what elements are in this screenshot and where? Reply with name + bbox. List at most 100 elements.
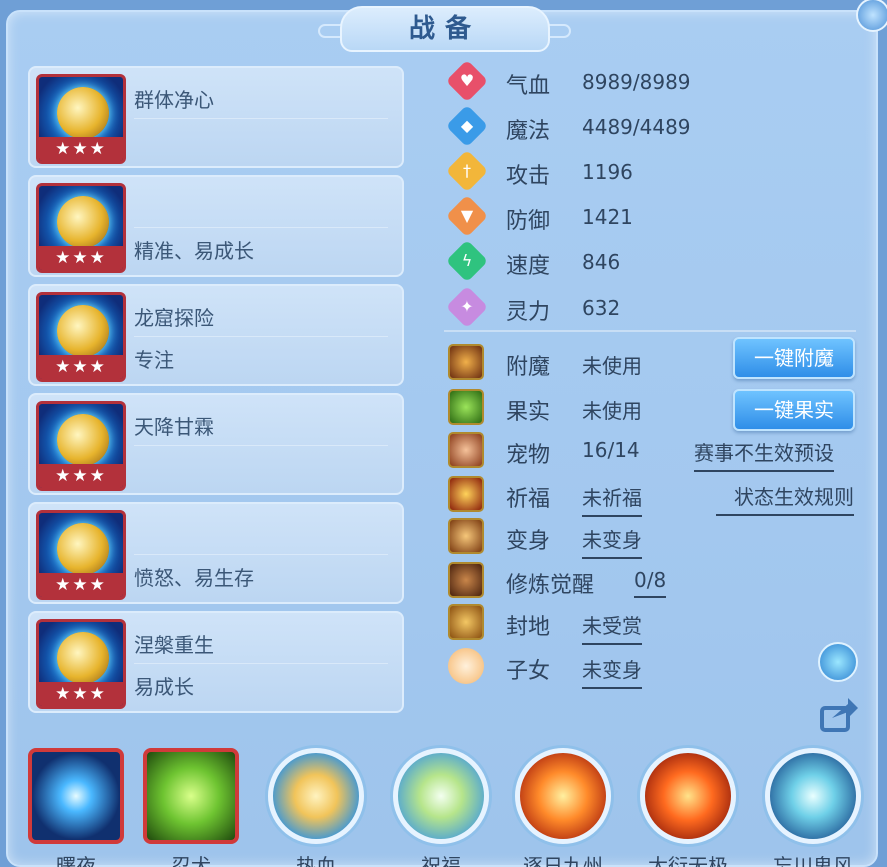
wolf-icon[interactable] <box>143 748 239 844</box>
item-stars: ★★★ <box>39 137 123 161</box>
transform-link[interactable]: 未变身 <box>582 524 642 559</box>
section-divider <box>444 330 856 332</box>
fruit-icon <box>448 389 484 425</box>
sword-icon: † <box>445 149 489 193</box>
item-icon: ★★★ <box>36 510 126 600</box>
item-icon: ★★★ <box>36 401 126 491</box>
fief-link[interactable]: 未受赏 <box>582 610 642 645</box>
item-divider <box>134 445 388 446</box>
status-label: 修炼觉醒 <box>506 573 595 598</box>
window-title: 战备 <box>340 6 550 52</box>
boots-icon <box>57 632 109 684</box>
item-trait: 易成长 <box>134 675 194 699</box>
stat-row-attack: † 攻击 1196 <box>444 149 864 194</box>
item-trait: 专注 <box>134 348 174 372</box>
stat-label: 速度 <box>506 254 551 279</box>
winged-helm-icon <box>57 196 109 248</box>
status-row-cultivation: 修炼觉醒 0/8 <box>444 562 864 602</box>
ghost-wind-icon[interactable] <box>765 748 861 844</box>
item-stars: ★★★ <box>39 682 123 706</box>
item-icon: ★★★ <box>36 74 126 164</box>
sun-ring-icon[interactable] <box>515 748 611 844</box>
item-divider <box>134 118 388 119</box>
skill-label: 热血 <box>296 854 336 867</box>
status-label: 变身 <box>506 529 551 554</box>
item-icon: ★★★ <box>36 292 126 382</box>
pet-icon[interactable] <box>448 432 484 468</box>
stat-row-mp: ◆ 魔法 4489/4489 <box>444 104 864 149</box>
cultivation-icon <box>448 562 484 598</box>
fire-drum-icon[interactable] <box>640 748 736 844</box>
item-divider <box>134 554 388 555</box>
child-link[interactable]: 未变身 <box>582 654 642 689</box>
purify-horn-icon <box>57 87 109 139</box>
item-stars: ★★★ <box>39 246 123 270</box>
status-value: 16/14 <box>582 438 640 462</box>
status-label: 祈福 <box>506 487 551 512</box>
item-card[interactable]: ★★★ 愤怒、易生存 <box>28 502 404 604</box>
stat-value: 632 <box>582 296 621 320</box>
skill-label: 逐日九州 <box>523 854 603 867</box>
skill-label: 忍犬 <box>171 854 211 867</box>
armor-icon <box>57 305 109 357</box>
status-label: 封地 <box>506 615 551 640</box>
status-row-transform: 变身 未变身 <box>444 518 864 559</box>
blessing-link[interactable]: 未祈福 <box>582 482 642 517</box>
item-name: 涅槃重生 <box>134 633 214 657</box>
item-stars: ★★★ <box>39 464 123 488</box>
stat-row-spirit: ✦ 灵力 632 <box>444 285 864 330</box>
close-orb-icon[interactable] <box>856 0 887 32</box>
stat-row-defense: ▼ 防御 1421 <box>444 194 864 239</box>
blessing-lotus-icon[interactable] <box>393 748 489 844</box>
share-icon[interactable] <box>818 694 858 734</box>
one-click-enchant-button[interactable]: 一键附魔 <box>733 337 855 379</box>
item-divider <box>134 227 388 228</box>
belt-icon <box>57 523 109 575</box>
transform-icon <box>448 518 484 554</box>
item-card[interactable]: ★★★ 天降甘霖 <box>28 393 404 495</box>
star-orb-icon[interactable] <box>28 748 124 844</box>
stat-value: 4489/4489 <box>582 115 691 139</box>
status-rules-link[interactable]: 状态生效规则 <box>716 481 854 516</box>
heart-icon: ♥ <box>445 59 489 103</box>
fief-icon <box>448 604 484 640</box>
item-icon: ★★★ <box>36 619 126 709</box>
necklace-icon <box>57 414 109 466</box>
stat-label: 气血 <box>506 74 551 99</box>
status-label: 果实 <box>506 400 551 425</box>
enchant-icon <box>448 344 484 380</box>
one-click-fruit-button[interactable]: 一键果实 <box>733 389 855 431</box>
item-card[interactable]: ★★★ 精准、易成长 <box>28 175 404 277</box>
flame-figure-icon[interactable] <box>268 748 364 844</box>
spirit-icon: ✦ <box>445 285 489 329</box>
status-value: 未使用 <box>582 354 642 378</box>
refresh-icon[interactable] <box>818 642 858 682</box>
item-trait: 愤怒、易生存 <box>134 566 254 590</box>
item-name: 龙窟探险 <box>134 306 214 330</box>
cultivation-link[interactable]: 0/8 <box>634 568 667 598</box>
stat-value: 1421 <box>582 205 633 229</box>
status-value: 未使用 <box>582 399 642 423</box>
item-trait: 精准、易成长 <box>134 239 254 263</box>
item-card[interactable]: ★★★ 涅槃重生 易成长 <box>28 611 404 713</box>
skill-label: 曙夜 <box>56 854 96 867</box>
skill-label: 太衍无极 <box>648 854 728 867</box>
blessing-icon <box>448 476 484 512</box>
stat-label: 攻击 <box>506 164 551 189</box>
skill-label: 祝福 <box>421 854 461 867</box>
item-card[interactable]: ★★★ 群体净心 <box>28 66 404 168</box>
status-label: 子女 <box>506 659 551 684</box>
stat-label: 灵力 <box>506 300 551 325</box>
stat-label: 魔法 <box>506 119 551 144</box>
stat-row-hp: ♥ 气血 8989/8989 <box>444 59 864 104</box>
stat-value: 846 <box>582 250 621 274</box>
item-card[interactable]: ★★★ 龙窟探险 专注 <box>28 284 404 386</box>
item-divider <box>134 336 388 337</box>
child-icon <box>448 648 484 684</box>
item-stars: ★★★ <box>39 573 123 597</box>
status-label: 宠物 <box>506 443 551 468</box>
item-name: 群体净心 <box>134 88 214 112</box>
event-preset-link[interactable]: 赛事不生效预设 <box>694 437 834 472</box>
mana-icon: ◆ <box>445 104 489 148</box>
item-divider <box>134 663 388 664</box>
